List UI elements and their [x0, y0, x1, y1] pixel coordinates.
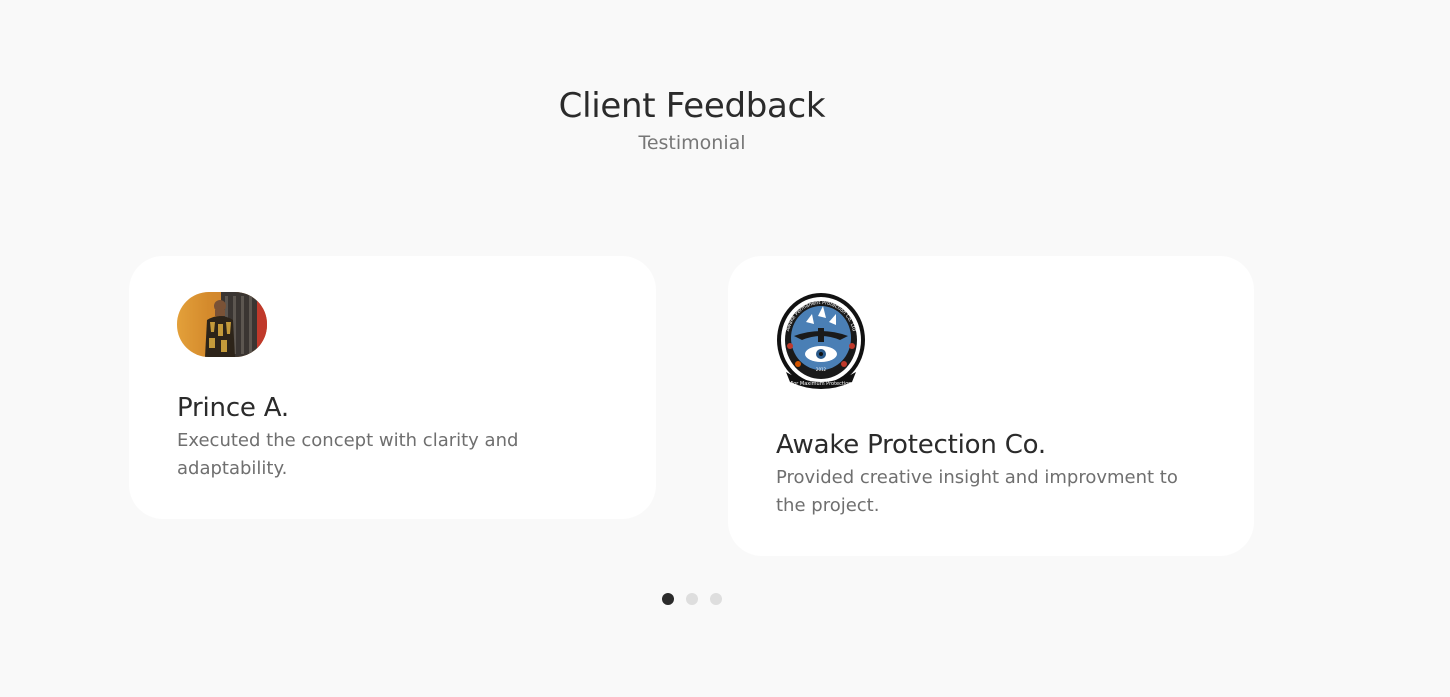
- pagination-dot-2[interactable]: [686, 593, 698, 605]
- client-quote: Executed the concept with clarity and ad…: [177, 430, 519, 479]
- logo-motto: For Maximum Protection: [791, 381, 852, 387]
- client-name: Prince A.: [177, 393, 289, 423]
- client-name: Awake Protection Co.: [776, 430, 1046, 460]
- client-avatar-photo: [177, 292, 267, 357]
- testimonial-card: Prince A. Executed the concept with clar…: [129, 256, 656, 519]
- testimonial-card: For Maximum Protection 2012 Awake Perman…: [728, 256, 1254, 556]
- carousel-pagination: [662, 593, 722, 605]
- section-title: Client Feedback: [558, 86, 826, 126]
- logo-year: 2012: [816, 367, 827, 372]
- client-quote: Provided creative insight and improvment…: [776, 467, 1178, 516]
- section-header: Client Feedback Testimonial: [0, 84, 1384, 156]
- section-subtitle: Testimonial: [638, 132, 746, 154]
- client-logo: For Maximum Protection 2012 Awake Perman…: [776, 292, 866, 392]
- pagination-dot-1[interactable]: [662, 593, 674, 605]
- pagination-dot-3[interactable]: [710, 593, 722, 605]
